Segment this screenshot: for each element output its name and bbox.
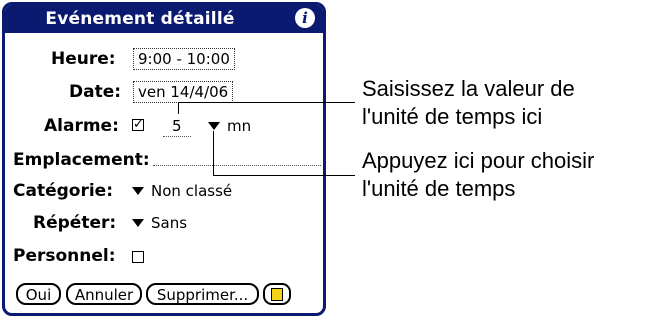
callout-unit-line2: l'unité de temps [362,176,516,201]
callout-line-value-vertical [178,102,179,114]
emplacement-label: Emplacement: [13,150,150,170]
alarme-checkbox[interactable]: ✓ [132,118,144,131]
categorie-selector[interactable]: Non classé [151,182,232,200]
repeter-label: Répéter: [33,213,117,233]
heure-field[interactable]: 9:00 - 10:00 [133,48,235,70]
note-button[interactable] [263,283,291,305]
callout-line-value-horizontal [178,102,355,103]
emplacement-field[interactable] [153,165,321,166]
annuler-button[interactable]: Annuler [66,283,142,305]
alarme-unit-selector[interactable]: mn [227,117,251,135]
personnel-checkbox[interactable] [132,251,144,263]
callout-value-line1: Saisissez la valeur de [362,76,575,101]
repeter-dropdown-icon[interactable] [132,219,144,227]
date-label: Date: [69,82,122,102]
dialog-titlebar: Evénement détaillé i [5,5,323,33]
dialog-title: Evénement détaillé [45,9,235,29]
callout-line-unit-vertical [213,131,214,176]
date-field[interactable]: ven 14/4/06 [133,81,234,103]
categorie-dropdown-icon[interactable] [132,187,144,195]
repeter-selector[interactable]: Sans [151,214,187,232]
alarme-value-field[interactable]: 5 [172,117,182,135]
callout-line-unit-horizontal [213,175,355,176]
alarme-value-underline [163,136,191,137]
personnel-label: Personnel: [13,246,116,266]
alarme-unit-dropdown-icon[interactable] [208,122,220,130]
note-icon [271,288,283,301]
callout-value-line2: l'unité de temps ici [362,104,543,129]
categorie-label: Catégorie: [13,181,113,201]
event-details-dialog: Evénement détaillé i Heure: 9:00 - 10:00… [2,2,326,316]
alarme-label: Alarme: [44,116,119,136]
heure-label: Heure: [51,49,116,69]
supprimer-button[interactable]: Supprimer... [146,283,259,305]
info-icon[interactable]: i [295,8,315,28]
callout-unit-line1: Appuyez ici pour choisir [362,148,595,173]
oui-button[interactable]: Oui [16,283,61,305]
